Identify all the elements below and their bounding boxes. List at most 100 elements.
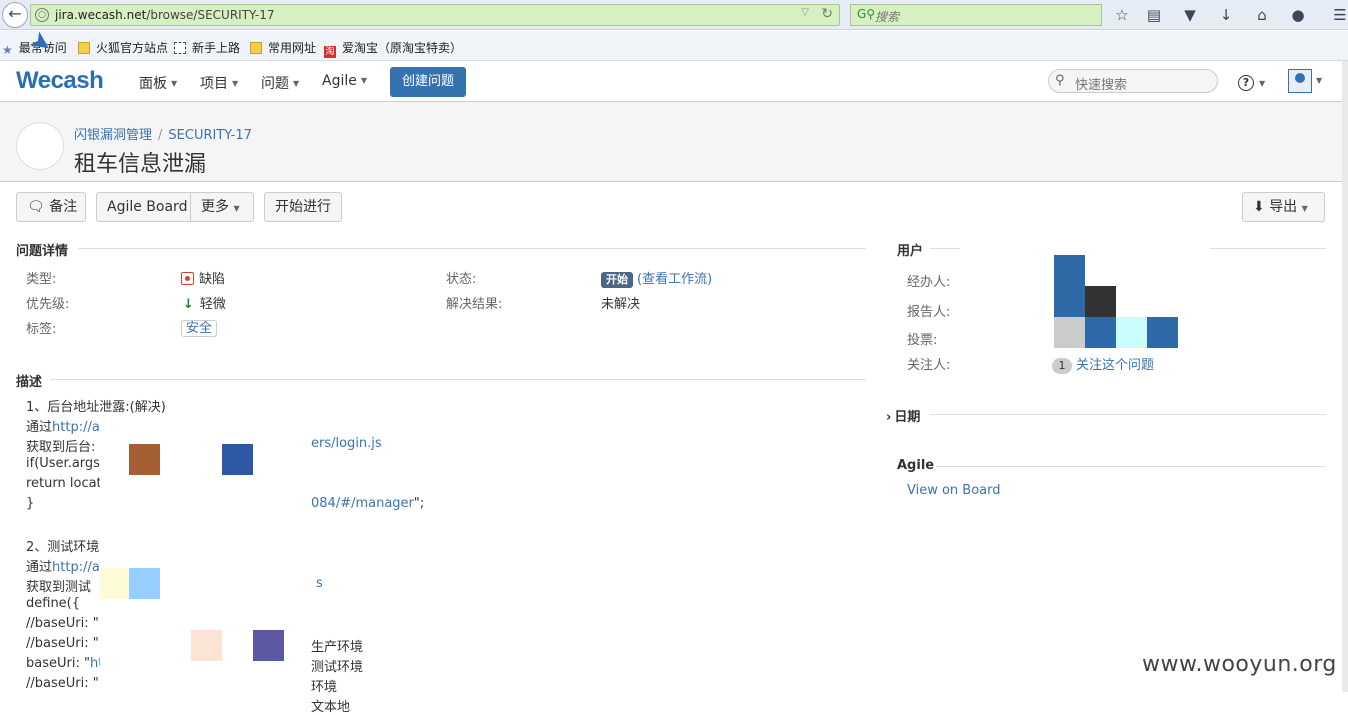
url-text: jira.wecash.net/browse/SECURITY-17: [55, 8, 275, 22]
nav-issues[interactable]: 问题 ▼: [261, 73, 299, 93]
details-section-title[interactable]: 问题详情: [16, 240, 68, 259]
chevron-down-icon: ▼: [293, 79, 300, 88]
watchers-label: 关注人:: [907, 358, 951, 373]
search-icon: ⚲: [1055, 73, 1065, 88]
more-button[interactable]: 更多 ▼: [190, 192, 254, 222]
folder-icon: [250, 42, 262, 54]
chevron-down-icon: ▼: [360, 76, 368, 85]
redaction-tile: [1085, 317, 1116, 348]
reload-icon[interactable]: ↻: [821, 6, 833, 22]
reading-list-icon[interactable]: ▤: [1144, 5, 1164, 25]
redaction-tile: [129, 568, 160, 599]
search-engine-icon: G⚲: [857, 7, 876, 21]
chevron-down-icon[interactable]: ▼: [1316, 76, 1322, 85]
agile-board-button[interactable]: Agile Board: [96, 192, 191, 222]
label-security[interactable]: 安全: [181, 320, 218, 337]
download-icon[interactable]: ↓: [1216, 5, 1236, 25]
divider: [50, 379, 866, 380]
issue-summary[interactable]: 租车信息泄漏: [74, 146, 206, 178]
help-icon: ?: [1238, 75, 1254, 91]
description-line: //baseUri: ": [26, 616, 99, 631]
divider: [936, 466, 1326, 467]
browser-search-input[interactable]: G⚲ 搜索: [850, 4, 1102, 26]
description-fragment[interactable]: s: [316, 576, 323, 591]
folder-icon: [78, 42, 90, 54]
label-tag[interactable]: 安全: [181, 317, 218, 337]
description-link[interactable]: http://a: [52, 420, 100, 435]
description-line: baseUri: "ht: [26, 656, 104, 671]
wecash-logo[interactable]: Wecash: [16, 67, 104, 95]
bookmark-getting-started[interactable]: 新手上路: [174, 39, 240, 56]
comment-icon: 🗨: [27, 199, 45, 215]
redaction-tile: [253, 630, 284, 661]
scrollbar[interactable]: [1342, 61, 1348, 692]
user-avatar[interactable]: [1288, 69, 1312, 93]
nav-agile[interactable]: Agile ▼: [322, 73, 367, 89]
watch-issue-link[interactable]: 关注这个问题: [1076, 358, 1154, 373]
description-link[interactable]: http://a: [52, 560, 100, 575]
redaction-tile: [1054, 317, 1085, 348]
description-line: 获取到测试: [26, 580, 92, 595]
nav-dashboards[interactable]: 面板 ▼: [139, 73, 177, 93]
watch-count-badge: 1: [1052, 358, 1072, 374]
description-fragment[interactable]: 084/#/manager";: [311, 496, 424, 511]
priority-value: ↓ 轻微: [183, 297, 226, 312]
chat-icon[interactable]: ●: [1288, 5, 1308, 25]
priority-minor-icon: ↓: [183, 297, 194, 312]
divider: [78, 248, 866, 249]
redaction-tile: [1054, 255, 1085, 286]
help-menu[interactable]: ? ▼: [1238, 72, 1265, 91]
description-fragment: 测试环境: [311, 660, 364, 675]
chevron-down-icon: ▼: [1259, 79, 1266, 88]
redaction-tile: [1085, 286, 1116, 317]
description-fragment: 文本地: [311, 700, 351, 715]
comment-button[interactable]: 🗨 备注: [16, 192, 86, 222]
description-line: 获取到后台:: [26, 440, 96, 455]
bookmark-common-sites[interactable]: 常用网址: [250, 39, 316, 56]
description-line: if(User.args: [26, 456, 100, 471]
reporter-label: 报告人:: [907, 305, 951, 320]
bookmark-firefox[interactable]: 火狐官方站点: [78, 39, 168, 56]
breadcrumb-issue-key[interactable]: SECURITY-17: [168, 128, 252, 143]
breadcrumb-project[interactable]: 闪银漏洞管理: [74, 128, 152, 143]
chevron-down-icon: ▼: [171, 79, 178, 88]
bookmark-star-icon[interactable]: ☆: [1112, 5, 1132, 25]
redaction-tile: [1054, 286, 1085, 317]
url-bar[interactable]: ○ jira.wecash.net/browse/SECURITY-17 ▽ ↻: [30, 4, 840, 26]
issue-header: 闪银漏洞管理 / SECURITY-17 租车信息泄漏: [0, 102, 1348, 182]
description-fragment: 环境: [311, 680, 338, 695]
divider: [930, 414, 1326, 415]
status-value: 开始 (查看工作流): [601, 268, 712, 288]
url-dropdown-icon[interactable]: ▽: [801, 7, 809, 18]
pocket-icon[interactable]: ▼: [1180, 5, 1200, 25]
dates-section-toggle[interactable]: › 日期: [886, 406, 920, 425]
create-issue-button[interactable]: 创建问题: [390, 67, 466, 97]
description-line: }: [26, 496, 35, 511]
nav-projects[interactable]: 项目 ▼: [200, 73, 238, 93]
quick-search-input[interactable]: ⚲ 快速搜索: [1048, 69, 1218, 93]
home-icon[interactable]: ⌂: [1252, 5, 1272, 25]
agile-section-title[interactable]: Agile: [897, 458, 934, 473]
project-avatar[interactable]: [16, 122, 64, 170]
globe-icon: ○: [35, 8, 49, 22]
description-line: define({: [26, 596, 81, 611]
view-on-board-link[interactable]: View on Board: [907, 483, 1001, 498]
people-section-title[interactable]: 用户: [897, 240, 923, 259]
watermark: www.wooyun.org: [1142, 652, 1337, 677]
menu-icon[interactable]: ☰: [1330, 5, 1348, 25]
description-line: //baseUri: ": [26, 636, 99, 651]
chevron-down-icon: ▼: [232, 79, 239, 88]
redaction-tile: [129, 444, 160, 475]
back-arrow-icon[interactable]: ←: [2, 2, 28, 28]
description-fragment[interactable]: ers/login.js: [311, 436, 382, 451]
bookmark-aitaobao[interactable]: 淘爱淘宝（原淘宝特卖）: [324, 39, 462, 58]
start-progress-button[interactable]: 开始进行: [264, 192, 342, 222]
description-section-title[interactable]: 描述: [16, 371, 42, 390]
view-workflow-link[interactable]: (查看工作流): [637, 272, 712, 287]
divider: [930, 248, 960, 249]
export-button[interactable]: ⬇ 导出 ▼: [1242, 192, 1325, 222]
description-line: 1、后台地址泄露:(解决): [26, 400, 166, 415]
watch-row: 1 关注这个问题: [1052, 354, 1154, 374]
redaction-tile: [222, 444, 253, 475]
redaction-tile: [1147, 317, 1178, 348]
